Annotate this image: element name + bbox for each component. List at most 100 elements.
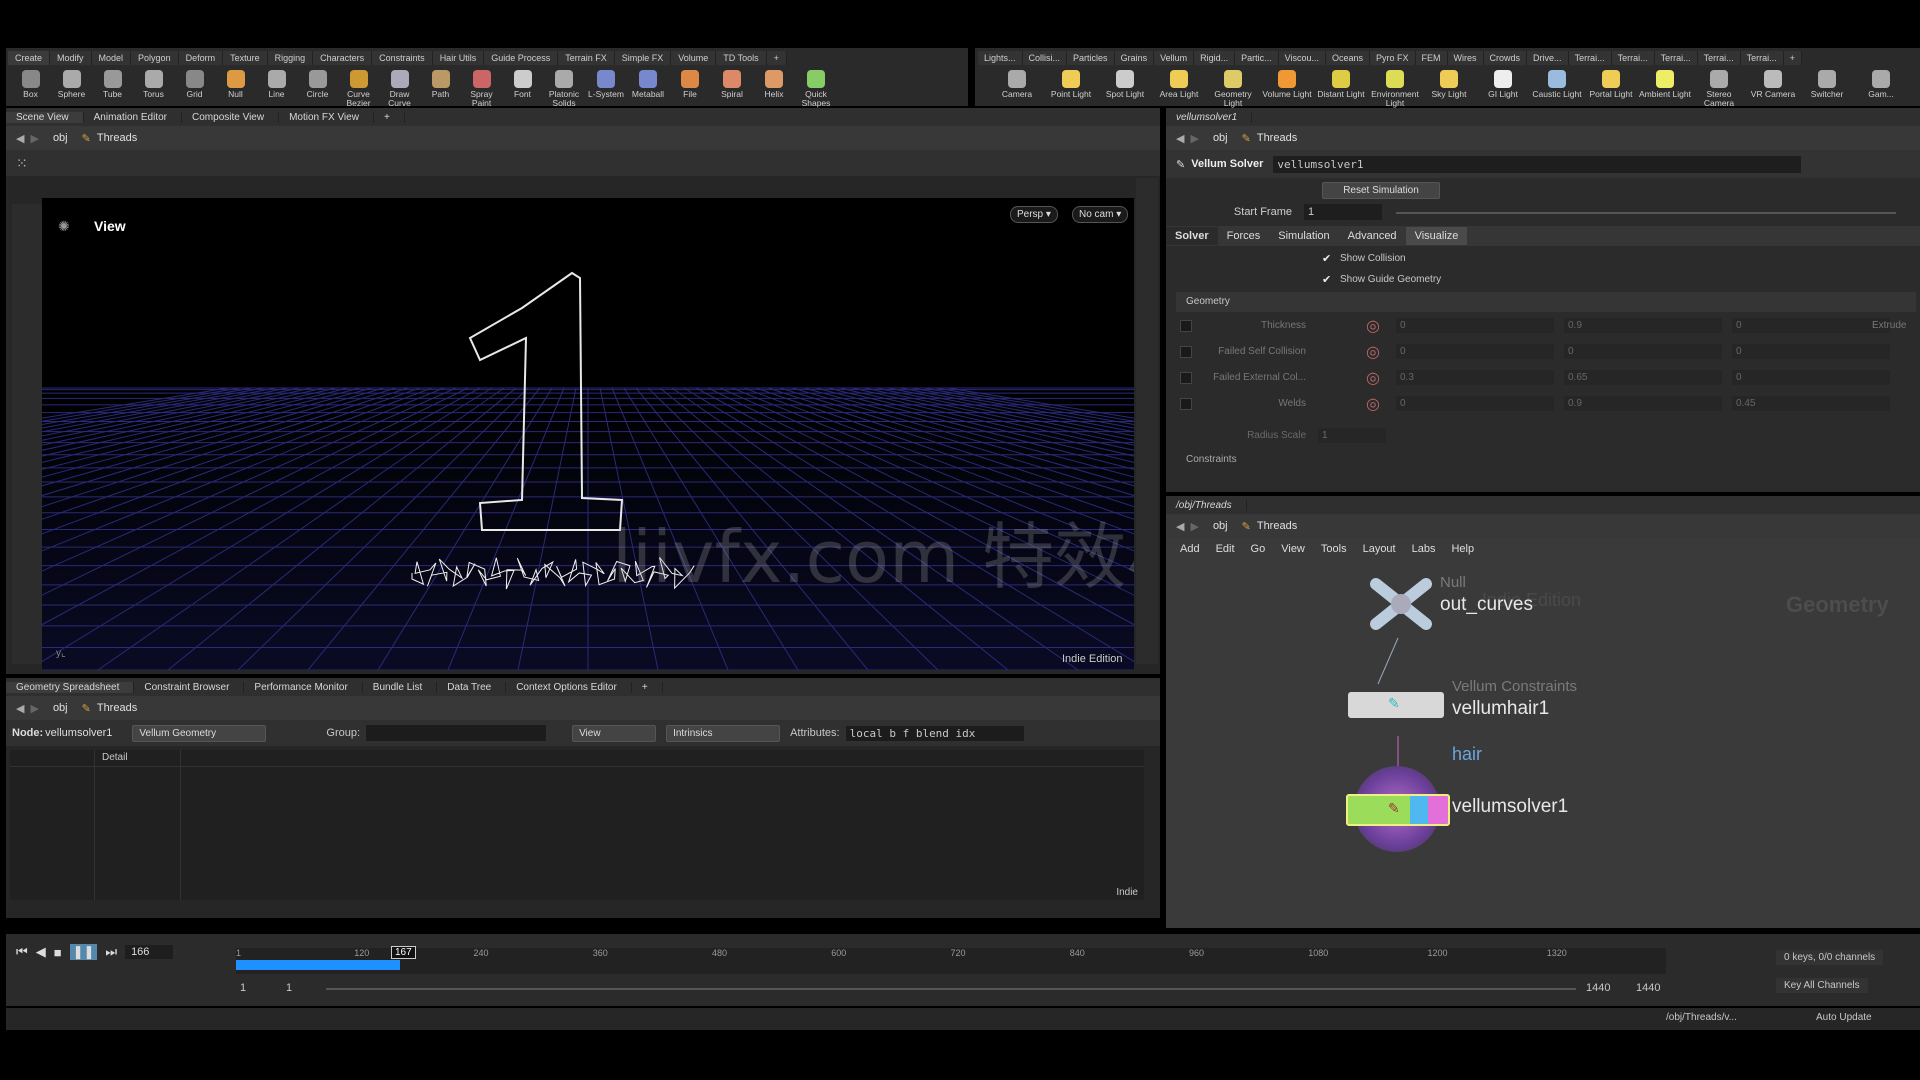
param-value-2-2[interactable]: 0 [1732, 370, 1890, 385]
viewer-grid-icon[interactable]: ⁙ [16, 155, 28, 172]
node-vellumhair1[interactable]: ✎ [1348, 692, 1444, 718]
viewer-tab-3[interactable]: Motion FX View [279, 111, 374, 123]
shelf-tab-15[interactable]: + [766, 51, 787, 65]
node-out-curves[interactable] [1366, 576, 1436, 635]
param-tab-simulation[interactable]: Simulation [1269, 227, 1338, 245]
shelf-tab-right-16[interactable]: Terrai... [1654, 51, 1698, 65]
shelf-tab-right-9[interactable]: Pyro FX [1370, 51, 1416, 65]
tool-helix[interactable]: Helix [753, 70, 795, 108]
path-threads[interactable]: Threads [97, 132, 137, 144]
shelf-tab-right-14[interactable]: Terrai... [1568, 51, 1612, 65]
param-checkbox[interactable] [1180, 372, 1192, 384]
tool-l-system[interactable]: L-System [585, 70, 627, 108]
param-value-2-1[interactable]: 0.65 [1564, 370, 1722, 385]
shelf-tab-4[interactable]: Deform [178, 51, 224, 65]
shelf-tab-right-4[interactable]: Vellum [1154, 51, 1195, 65]
tool-file[interactable]: File [669, 70, 711, 108]
shelf-tab-2[interactable]: Model [91, 51, 132, 65]
frame-marker[interactable]: 167 [390, 946, 416, 959]
shelf-tab-right-15[interactable]: Terrai... [1611, 51, 1655, 65]
tool-quick-shapes[interactable]: Quick Shapes [795, 70, 837, 108]
param-checkbox[interactable] [1180, 346, 1192, 358]
shelf-tab-right-12[interactable]: Crowds [1483, 51, 1528, 65]
tool-distant-light[interactable]: Distant Light [1314, 70, 1368, 108]
forward-icon[interactable]: ▶ [30, 132, 38, 145]
param-value-0-0[interactable]: 0 [1396, 318, 1554, 333]
group-input[interactable] [366, 725, 547, 741]
tool-camera[interactable]: Camera [990, 70, 1044, 108]
param-value-2-0[interactable]: 0.3 [1396, 370, 1554, 385]
param-checkbox[interactable] [1180, 320, 1192, 332]
forward-icon[interactable]: ▶ [1190, 132, 1198, 145]
param-tab-solver[interactable]: Solver [1166, 227, 1218, 245]
geometry-folder[interactable]: Geometry [1176, 292, 1916, 312]
back-icon[interactable]: ◀ [1176, 132, 1184, 145]
shelf-tab-right-0[interactable]: Lights... [978, 51, 1023, 65]
path-obj[interactable]: obj [1213, 132, 1228, 144]
shelf-tab-14[interactable]: TD Tools [716, 51, 767, 65]
tool-area-light[interactable]: Area Light [1152, 70, 1206, 108]
tool-line[interactable]: Line [256, 70, 297, 108]
param-tab-forces[interactable]: Forces [1218, 227, 1270, 245]
shelf-tab-11[interactable]: Terrain FX [558, 51, 615, 65]
param-value-1-1[interactable]: 0 [1564, 344, 1722, 359]
tab-vellumsolver1[interactable]: vellumsolver1 [1166, 111, 1253, 123]
shelf-tab-right-6[interactable]: Partic... [1235, 51, 1279, 65]
spreadsheet-tab-5[interactable]: Context Options Editor [506, 681, 632, 693]
color-wheel-icon[interactable]: ◎ [1366, 368, 1380, 388]
shelf-tab-0[interactable]: Create [8, 51, 51, 65]
node-vellumsolver1[interactable]: ✎ [1346, 794, 1450, 826]
tool-point-light[interactable]: Point Light [1044, 70, 1098, 108]
tool-platonic-solids[interactable]: Platonic Solids [543, 70, 585, 108]
tool-null[interactable]: Null [215, 70, 256, 108]
show-collision-checkbox[interactable]: ✔ [1322, 252, 1331, 265]
shelf-tab-right-13[interactable]: Drive... [1527, 51, 1569, 65]
shelf-tab-right-10[interactable]: FEM [1415, 51, 1448, 65]
tool-geometry-light[interactable]: Geometry Light [1206, 70, 1260, 108]
path-threads[interactable]: Threads [1257, 132, 1297, 144]
tool-circle[interactable]: Circle [297, 70, 338, 108]
param-value-0-2[interactable]: 0 [1732, 318, 1890, 333]
path-obj[interactable]: obj [53, 132, 68, 144]
radius-scale-field[interactable]: 1 [1318, 428, 1386, 443]
tool-volume-light[interactable]: Volume Light [1260, 70, 1314, 108]
tool-sphere[interactable]: Sphere [51, 70, 92, 108]
pause-icon[interactable]: ❚❚ [69, 944, 98, 960]
tool-torus[interactable]: Torus [133, 70, 174, 108]
geometry-select[interactable]: Vellum Geometry [132, 724, 267, 742]
viewer-tab-1[interactable]: Animation Editor [84, 111, 183, 123]
tool-ambient-light[interactable]: Ambient Light [1638, 70, 1692, 108]
param-value-1-0[interactable]: 0 [1396, 344, 1554, 359]
tool-gam-[interactable]: Gam... [1854, 70, 1908, 108]
tool-gi-light[interactable]: GI Light [1476, 70, 1530, 108]
tool-path[interactable]: Path [420, 70, 461, 108]
tool-spray-paint[interactable]: Spray Paint [461, 70, 502, 108]
spreadsheet-tab-2[interactable]: Performance Monitor [244, 681, 363, 693]
shelf-tab-10[interactable]: Guide Process [484, 51, 559, 65]
shelf-tab-5[interactable]: Texture [223, 51, 268, 65]
shelf-tab-right-1[interactable]: Collisi... [1022, 51, 1068, 65]
shelf-tab-right-5[interactable]: Rigid... [1194, 51, 1236, 65]
tool-caustic-light[interactable]: Caustic Light [1530, 70, 1584, 108]
shelf-tab-6[interactable]: Rigging [267, 51, 314, 65]
color-wheel-icon[interactable]: ◎ [1366, 394, 1380, 414]
shelf-tab-right-17[interactable]: Terrai... [1697, 51, 1741, 65]
param-value-3-2[interactable]: 0.45 [1732, 396, 1890, 411]
start-frame-field[interactable]: 1 [1304, 204, 1382, 220]
tool-grid[interactable]: Grid [174, 70, 215, 108]
shelf-tab-right-7[interactable]: Viscou... [1278, 51, 1326, 65]
play-reverse-icon[interactable]: ◀ [36, 944, 46, 960]
shelf-tab-3[interactable]: Polygon [131, 51, 179, 65]
shelf-tab-8[interactable]: Constraints [372, 51, 433, 65]
tool-switcher[interactable]: Switcher [1800, 70, 1854, 108]
viewer-tab-4[interactable]: + [374, 111, 405, 123]
forward-icon[interactable]: ▶ [30, 702, 38, 715]
viewport[interactable]: ✺ View Persp ▾ No cam ▾ liivfx.com 特效小 I… [42, 198, 1134, 670]
start-frame-slider[interactable] [1396, 212, 1896, 214]
spreadsheet-tab-1[interactable]: Constraint Browser [134, 681, 245, 693]
range-end-field[interactable]: 1440 [1586, 982, 1610, 994]
param-value-0-1[interactable]: 0.9 [1564, 318, 1722, 333]
stop-icon[interactable]: ■ [54, 945, 62, 960]
viewer-tab-0[interactable]: Scene View [6, 111, 84, 123]
tool-box[interactable]: Box [10, 70, 51, 108]
